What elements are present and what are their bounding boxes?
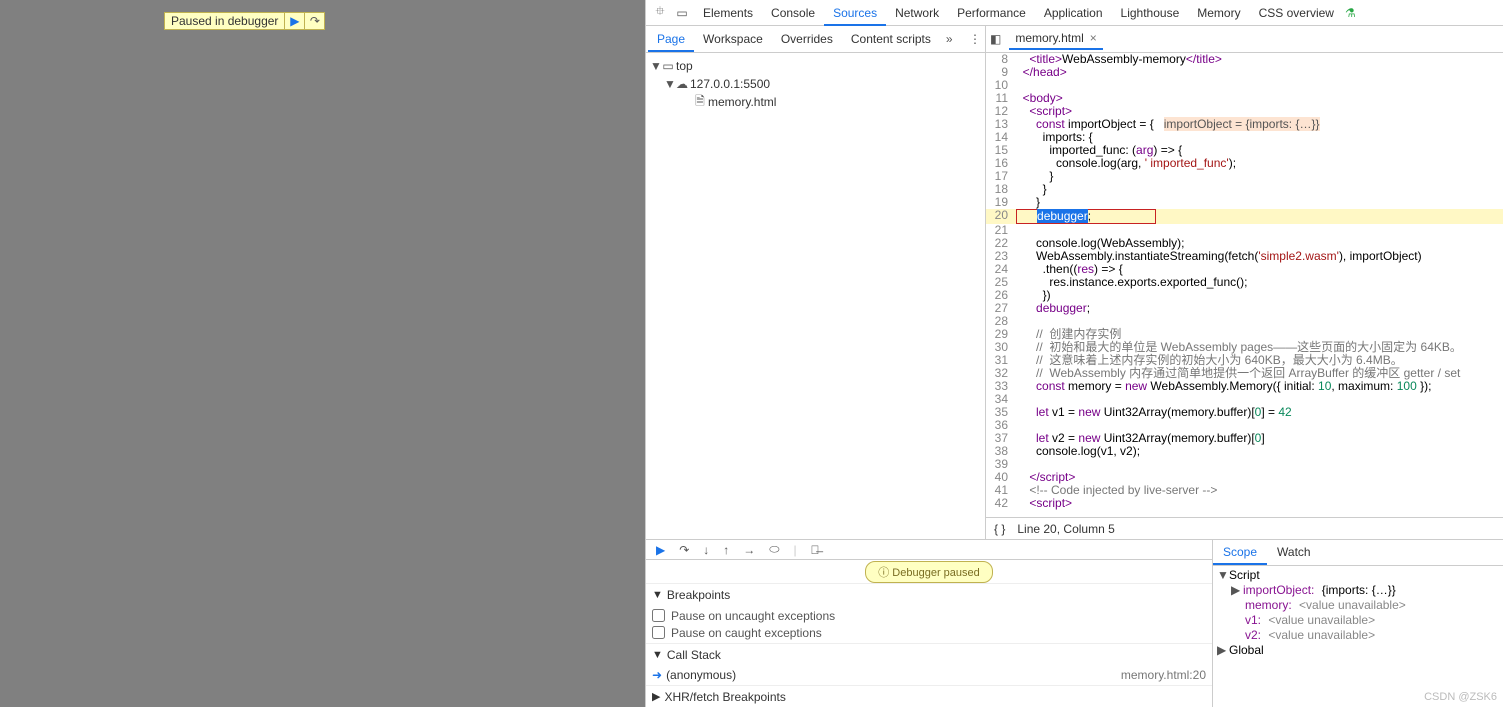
- step-over-icon[interactable]: ↷: [304, 13, 324, 29]
- code-line[interactable]: 38 console.log(v1, v2);: [986, 445, 1503, 458]
- code-line[interactable]: 42 <script>: [986, 497, 1503, 510]
- pause-uncaught-checkbox[interactable]: Pause on uncaught exceptions: [652, 607, 1206, 624]
- paused-banner-text: ⓘ Debugger paused: [865, 561, 993, 583]
- main-tab-application[interactable]: Application: [1035, 2, 1112, 26]
- file-tabbar: ◧ memory.html ×: [986, 26, 1503, 53]
- xhr-breakpoints-header[interactable]: ▶ XHR/fetch Breakpoints: [646, 686, 1212, 707]
- watermark: CSDN @ZSK6: [1424, 691, 1497, 703]
- code-line[interactable]: 33 const memory = new WebAssembly.Memory…: [986, 380, 1503, 393]
- code-line[interactable]: 17 }: [986, 170, 1503, 183]
- file-tree: ▼▭top ▼☁127.0.0.1:5500 🗎memory.html: [646, 53, 985, 115]
- paused-overlay-text: Paused in debugger: [165, 14, 284, 28]
- paused-banner: ⓘ Debugger paused: [646, 560, 1212, 583]
- step-out-button[interactable]: ↑: [723, 543, 729, 557]
- code-line[interactable]: 19 }: [986, 196, 1503, 209]
- no-pause-icon[interactable]: 👁̶: [811, 543, 820, 557]
- cursor-position: Line 20, Column 5: [1017, 522, 1114, 536]
- tree-origin[interactable]: ▼☁127.0.0.1:5500: [646, 75, 985, 93]
- scope-tab-scope[interactable]: Scope: [1213, 540, 1267, 565]
- pause-caught-checkbox[interactable]: Pause on caught exceptions: [652, 624, 1206, 641]
- code-line[interactable]: 35 let v1 = new Uint32Array(memory.buffe…: [986, 406, 1503, 419]
- scope-panel: Scope Watch ▼Script ▶importObject: {impo…: [1213, 540, 1503, 707]
- code-line[interactable]: 16 console.log(arg, ' imported_func');: [986, 157, 1503, 170]
- resume-icon[interactable]: ▶: [284, 13, 304, 29]
- paused-overlay: Paused in debugger ▶ ↷: [164, 12, 325, 30]
- rendered-page: Paused in debugger ▶ ↷: [0, 0, 645, 707]
- editor-statusbar: { } Line 20, Column 5: [986, 517, 1503, 539]
- nav-tab-workspace[interactable]: Workspace: [694, 28, 772, 52]
- kebab-icon[interactable]: ⋮: [969, 32, 983, 46]
- main-tab-console[interactable]: Console: [762, 2, 824, 26]
- main-tab-performance[interactable]: Performance: [948, 2, 1035, 26]
- step-button[interactable]: →: [743, 543, 755, 557]
- stack-frame-fn: (anonymous): [666, 668, 736, 682]
- show-navigator-icon[interactable]: ◧: [990, 32, 1001, 46]
- stack-frame[interactable]: ➜ (anonymous) memory.html:20: [646, 665, 1212, 685]
- scope-tab-watch[interactable]: Watch: [1267, 540, 1321, 565]
- code-line[interactable]: 25 res.instance.exports.exported_func();: [986, 276, 1503, 289]
- debugger-toolbar: ▶ ↷ ↓ ↑ → ⬭ | 👁̶: [646, 540, 1212, 560]
- nav-tab-content-scripts[interactable]: Content scripts: [842, 28, 940, 52]
- sources-navigator: PageWorkspaceOverridesContent scripts » …: [646, 26, 986, 539]
- callstack-header[interactable]: ▼ Call Stack: [646, 644, 1212, 665]
- scope-v2: v2: <value unavailable>: [1245, 628, 1499, 643]
- braces-icon[interactable]: { }: [994, 522, 1005, 536]
- scope-memory: memory: <value unavailable>: [1245, 598, 1499, 613]
- main-tab-css-overview[interactable]: CSS overview: [1250, 2, 1343, 26]
- step-into-button[interactable]: ↓: [703, 543, 709, 557]
- code-line[interactable]: 9 </head>: [986, 66, 1503, 79]
- code-line[interactable]: 10: [986, 79, 1503, 92]
- stack-frame-loc: memory.html:20: [1121, 668, 1206, 682]
- code-line[interactable]: 18 }: [986, 183, 1503, 196]
- nav-tab-overrides[interactable]: Overrides: [772, 28, 842, 52]
- main-tab-elements[interactable]: Elements: [694, 2, 762, 26]
- scope-script[interactable]: ▼Script: [1217, 568, 1499, 583]
- flask-icon: ⚗: [1345, 6, 1356, 20]
- scope-v1: v1: <value unavailable>: [1245, 613, 1499, 628]
- main-tabbar: ⯐ ▭ ElementsConsoleSourcesNetworkPerform…: [646, 0, 1503, 26]
- code-line[interactable]: 27 debugger;: [986, 302, 1503, 315]
- scope-importobject[interactable]: ▶importObject: {imports: {…}}: [1231, 583, 1499, 598]
- main-tab-lighthouse[interactable]: Lighthouse: [1112, 2, 1189, 26]
- more-tabs-icon[interactable]: »: [942, 32, 957, 46]
- main-tab-network[interactable]: Network: [886, 2, 948, 26]
- code-panel: ◧ memory.html × 8 <title>WebAssembly-mem…: [986, 26, 1503, 539]
- tree-file[interactable]: 🗎memory.html: [646, 93, 985, 111]
- nav-tab-page[interactable]: Page: [648, 28, 694, 52]
- close-icon[interactable]: ×: [1090, 31, 1097, 45]
- breakpoints-header[interactable]: ▼ Breakpoints: [646, 584, 1212, 605]
- main-tab-sources[interactable]: Sources: [824, 2, 886, 26]
- devtools: ⯐ ▭ ElementsConsoleSourcesNetworkPerform…: [645, 0, 1503, 707]
- navigator-tabs: PageWorkspaceOverridesContent scripts » …: [646, 26, 985, 53]
- code-editor[interactable]: 8 <title>WebAssembly-memory</title>9 </h…: [986, 53, 1503, 517]
- scope-tabs: Scope Watch: [1213, 540, 1503, 566]
- scope-global[interactable]: ▶Global: [1217, 643, 1499, 658]
- file-tab-memory[interactable]: memory.html ×: [1009, 28, 1102, 50]
- deactivate-breakpoints-button[interactable]: ⬭: [769, 542, 779, 557]
- inspect-icon[interactable]: ⯐: [650, 2, 670, 23]
- code-line[interactable]: 20 debugger;: [986, 209, 1503, 224]
- step-over-button[interactable]: ↷: [679, 543, 689, 557]
- file-tab-label: memory.html: [1015, 31, 1083, 45]
- main-tab-memory[interactable]: Memory: [1188, 2, 1249, 26]
- device-toggle-icon[interactable]: ▭: [672, 6, 692, 20]
- tree-top[interactable]: ▼▭top: [646, 57, 985, 75]
- resume-button[interactable]: ▶: [656, 543, 665, 557]
- debugger-drawer: ▶ ↷ ↓ ↑ → ⬭ | 👁̶ ⓘ Debugger paused ▼ Bre…: [646, 539, 1503, 707]
